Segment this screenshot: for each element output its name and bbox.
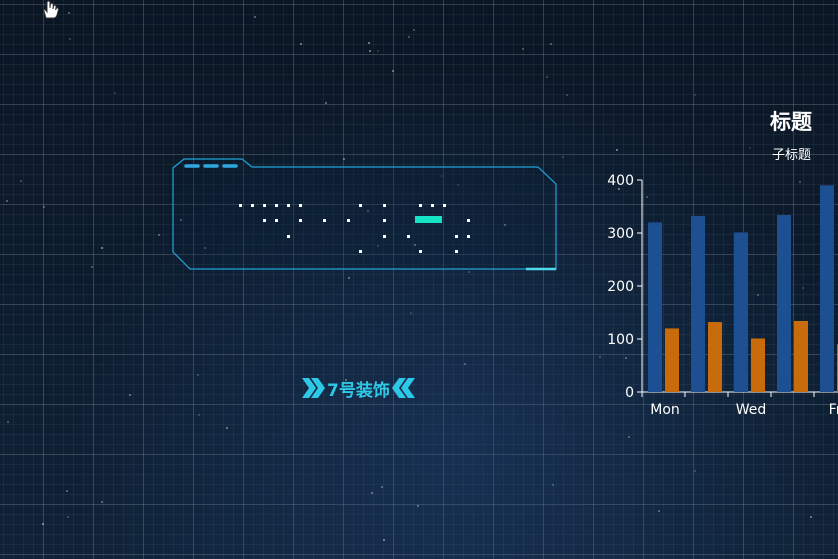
- star-dot: [65, 489, 68, 492]
- x-tick-label: Mon: [650, 402, 680, 418]
- star-dot: [196, 374, 199, 377]
- star-dot: [383, 538, 386, 541]
- y-tick-label: 400: [607, 173, 634, 189]
- y-tick-label: 300: [607, 226, 634, 242]
- star-dot: [561, 156, 564, 159]
- star-dot: [43, 205, 46, 208]
- star-dot: [20, 180, 23, 183]
- bar-s2-mon: [665, 328, 679, 392]
- star-dot: [41, 523, 44, 526]
- star-dot: [368, 42, 371, 45]
- chevron-left-double-icon: [391, 378, 415, 398]
- y-tick-label: 100: [607, 332, 634, 348]
- star-dot: [371, 491, 374, 494]
- hand-cursor-icon: [43, 0, 60, 19]
- star-dot: [549, 42, 552, 45]
- star-dot: [129, 393, 132, 396]
- bar-s1-mon: [648, 222, 662, 392]
- star-dot: [91, 266, 94, 269]
- bar-s2-tue: [708, 322, 722, 392]
- bar-s1-wed: [734, 232, 748, 392]
- star-dot: [409, 312, 412, 315]
- bar-s2-thu: [794, 320, 808, 392]
- star-dot: [254, 16, 257, 19]
- star-dot: [417, 504, 420, 507]
- bar-s2-wed: [751, 338, 765, 392]
- star-dot: [627, 435, 630, 438]
- tech-border-frame: [172, 158, 557, 271]
- star-dot: [412, 28, 415, 31]
- star-dot: [300, 42, 303, 45]
- star-dot: [100, 500, 103, 503]
- star-dot: [100, 247, 103, 250]
- chevron-right-double-icon: [302, 378, 325, 398]
- decoration-label: 7号装饰: [327, 380, 390, 401]
- star-dot: [521, 48, 524, 51]
- star-dot: [69, 38, 72, 41]
- star-dot: [694, 93, 697, 96]
- star-dot: [408, 35, 411, 38]
- star-dot: [68, 11, 71, 14]
- x-tick-label: Wed: [736, 402, 767, 418]
- star-dot: [565, 93, 568, 96]
- decoration-7: 7号装饰: [300, 374, 417, 402]
- star-dot: [392, 69, 395, 72]
- star-dot: [325, 102, 328, 105]
- star-dot: [114, 91, 117, 94]
- star-dot: [376, 50, 379, 53]
- star-dot: [694, 469, 697, 472]
- star-dot: [381, 485, 384, 488]
- y-tick-label: 200: [607, 279, 634, 295]
- star-dot: [545, 75, 548, 78]
- x-tick-label: Fri: [829, 402, 838, 418]
- star-dot: [809, 516, 812, 519]
- star-dot: [7, 421, 10, 424]
- bar-chart: 0 100 200 300 400 Mon Wed Fri: [607, 173, 838, 418]
- star-dot: [158, 233, 161, 236]
- bar-s1-fri: [820, 185, 834, 392]
- star-dot: [5, 200, 8, 203]
- star-dot: [347, 277, 350, 280]
- star-dot: [463, 363, 466, 366]
- bar-s1-thu: [777, 214, 791, 392]
- star-dot: [226, 427, 228, 430]
- star-dot: [658, 509, 661, 512]
- star-dot: [552, 484, 555, 487]
- star-dot: [66, 515, 69, 518]
- star-dot: [368, 49, 371, 52]
- y-tick-label: 0: [625, 385, 634, 401]
- star-dot: [197, 413, 200, 416]
- bar-s1-tue: [691, 216, 705, 392]
